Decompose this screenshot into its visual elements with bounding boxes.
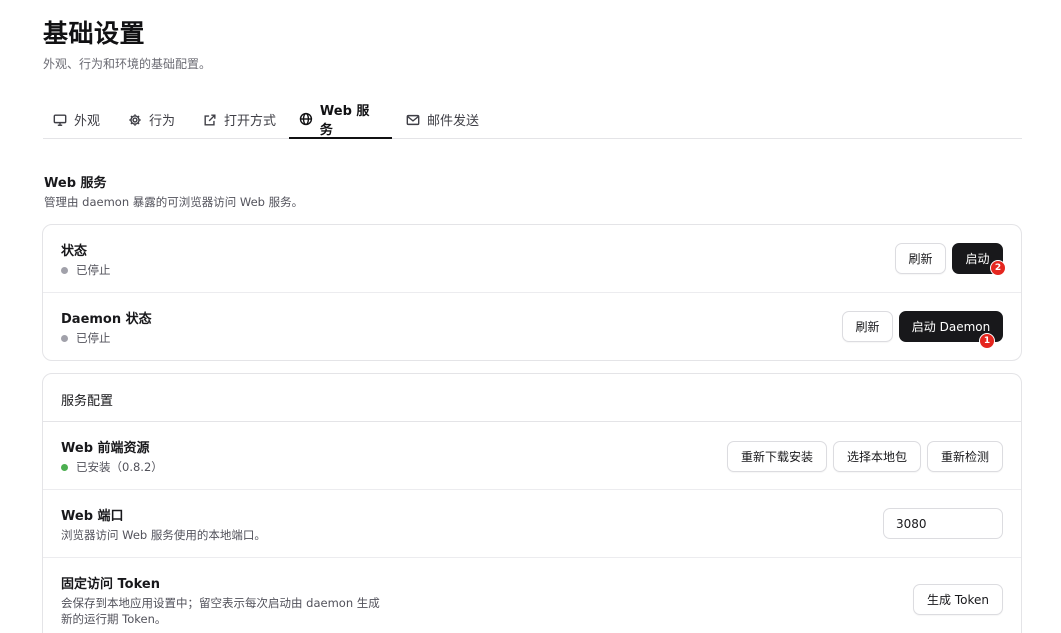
token-description-line1: 会保存到本地应用设置中；留空表示每次启动由 daemon 生成: [61, 596, 380, 610]
port-description: 浏览器访问 Web 服务使用的本地端口。: [61, 528, 266, 542]
status-text: 已停止: [76, 263, 111, 277]
daemon-status-title: Daemon 状态: [61, 312, 152, 327]
token-title: 固定访问 Token: [61, 577, 160, 592]
frontend-status: 已安装（0.8.2）: [61, 460, 163, 475]
status-text: 已停止: [76, 331, 111, 345]
globe-icon: [299, 112, 313, 125]
status-dot: [61, 267, 68, 274]
port-title: Web 端口: [61, 509, 124, 524]
config-header-row: 服务配置: [43, 374, 1021, 422]
token-description-line2: 新的运行期 Token。: [61, 612, 167, 626]
status-title: 状态: [61, 244, 88, 259]
page-subtitle: 外观、行为和环境的基础配置。: [43, 57, 212, 71]
page-title: 基础设置: [43, 19, 146, 48]
frontend-row: Web 前端资源 已安装（0.8.2） 重新下载安装 选择本地包 重新检测: [43, 422, 1021, 490]
service-status-row: 状态 已停止 刷新 启动 2: [43, 225, 1021, 293]
choose-local-button[interactable]: 选择本地包: [833, 441, 921, 472]
step-badge: 2: [990, 260, 1006, 276]
daemon-status-value: 已停止: [61, 331, 111, 346]
status-value: 已停止: [61, 263, 111, 278]
tab-behavior[interactable]: 行为: [118, 100, 185, 139]
tab-mail[interactable]: 邮件发送: [396, 100, 489, 139]
redownload-button[interactable]: 重新下载安装: [727, 441, 827, 472]
tab-open-with[interactable]: 打开方式: [193, 100, 286, 139]
section-title: Web 服务: [44, 176, 107, 191]
refresh-daemon-button[interactable]: 刷新: [842, 311, 893, 342]
tab-label: 外观: [74, 114, 101, 129]
recheck-button[interactable]: 重新检测: [927, 441, 1003, 472]
generate-token-button[interactable]: 生成 Token: [913, 584, 1003, 615]
tab-label: 行为: [149, 114, 176, 129]
step-badge: 1: [979, 333, 995, 349]
status-dot: [61, 335, 68, 342]
gear-icon: [129, 113, 141, 126]
tab-label: 打开方式: [224, 114, 277, 129]
tab-web-service[interactable]: Web 服务: [289, 100, 392, 139]
frontend-title: Web 前端资源: [61, 441, 150, 456]
tab-appearance[interactable]: 外观: [43, 100, 110, 139]
refresh-status-button[interactable]: 刷新: [895, 243, 946, 274]
tab-label: 邮件发送: [427, 114, 480, 129]
tab-label: Web 服务: [319, 103, 370, 138]
section-description: 管理由 daemon 暴露的可浏览器访问 Web 服务。: [44, 195, 304, 209]
mail-icon: [406, 114, 420, 125]
config-card: 服务配置 Web 前端资源 已安装（0.8.2） 重新下载安装 选择本地包 重新…: [42, 373, 1022, 633]
settings-tabs: 外观 行为 打开方式 Web 服务 邮件发送: [43, 100, 1022, 139]
status-card: 状态 已停止 刷新 启动 2 Daemon 状态 已停止 刷新 启动 Daemo…: [42, 224, 1022, 361]
daemon-status-row: Daemon 状态 已停止 刷新 启动 Daemon 1: [43, 293, 1021, 360]
external-link-icon: [204, 113, 216, 126]
monitor-icon: [53, 113, 67, 126]
config-header: 服务配置: [61, 394, 114, 409]
port-input[interactable]: 3080: [883, 508, 1003, 539]
status-dot: [61, 464, 68, 471]
token-row: 固定访问 Token 会保存到本地应用设置中；留空表示每次启动由 daemon …: [43, 558, 1021, 633]
port-row: Web 端口 浏览器访问 Web 服务使用的本地端口。 3080: [43, 490, 1021, 558]
status-text: 已安装（0.8.2）: [76, 460, 163, 474]
